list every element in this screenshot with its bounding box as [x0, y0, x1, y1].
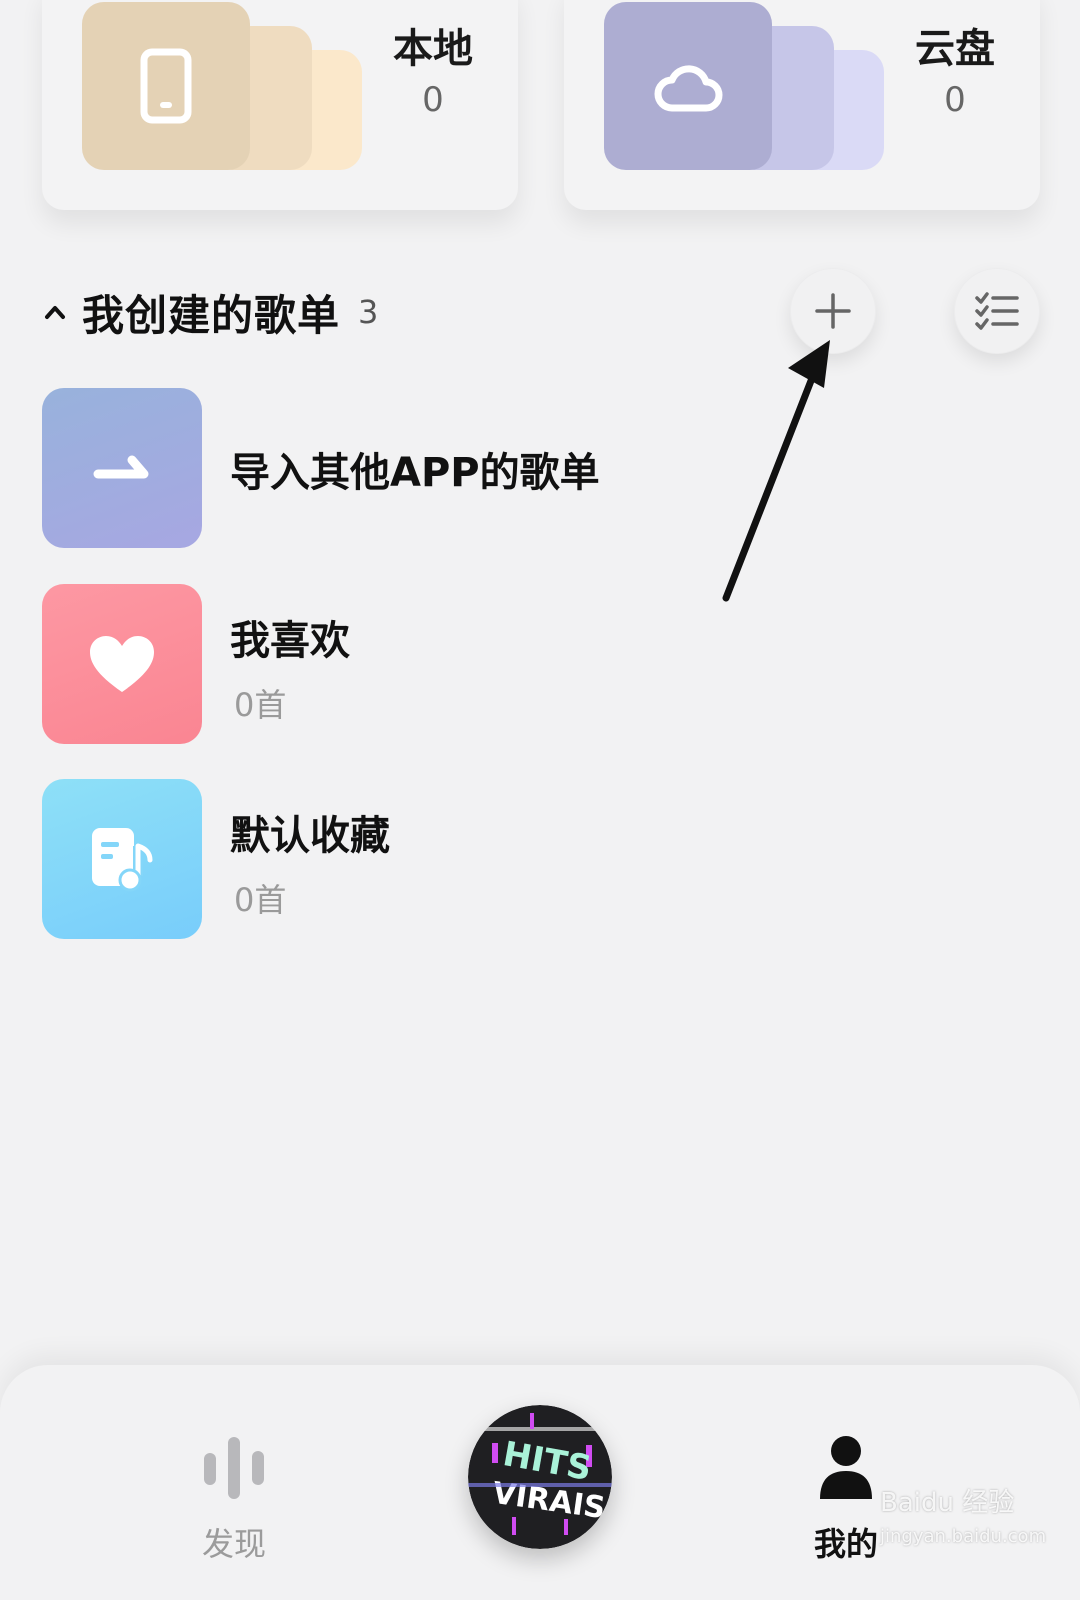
chevron-up-icon[interactable] — [42, 299, 68, 325]
playlist-title: 默认收藏 — [230, 813, 390, 859]
user-icon — [820, 1436, 872, 1499]
annotation-arrow-icon — [722, 340, 830, 602]
default-thumb — [42, 779, 202, 939]
phone-icon — [140, 48, 192, 124]
playlist-title: 导入其他APP的歌单 — [230, 450, 600, 496]
my-playlists-header[interactable]: 我创建的歌单 3 — [42, 282, 378, 342]
local-storage-card[interactable]: 本地 0 — [42, 0, 518, 210]
local-count: 0 — [422, 80, 444, 120]
watermark: Baidu 经验 jingyan.baidu.com — [880, 1482, 1046, 1549]
cloud-storage-card[interactable]: 云盘 0 — [564, 0, 1040, 210]
cloud-title: 云盘 — [915, 26, 995, 72]
plus-icon — [815, 293, 851, 329]
liked-thumb — [42, 584, 202, 744]
music-note-doc-icon — [92, 828, 153, 892]
nav-discover[interactable]: 发现 — [174, 1435, 294, 1565]
cloud-count: 0 — [944, 80, 966, 120]
playlist-row-default[interactable]: 默认收藏 0首 — [42, 779, 1022, 939]
playlist-title: 我喜欢 — [230, 618, 350, 664]
section-title: 我创建的歌单 — [82, 290, 341, 340]
now-playing-disc[interactable]: HITS VIRAIS — [468, 1405, 612, 1549]
heart-icon — [90, 636, 154, 692]
watermark-text: Baidu 经验 — [880, 1488, 1015, 1518]
import-thumb — [42, 388, 202, 548]
checklist-icon — [975, 292, 1019, 330]
cloud-tile-front — [604, 2, 772, 170]
playlist-song-count: 0首 — [234, 881, 287, 919]
playlist-row-import[interactable]: 导入其他APP的歌单 — [42, 388, 1022, 548]
playlist-row-liked[interactable]: 我喜欢 0首 — [42, 584, 1022, 744]
import-arrow-icon — [93, 455, 149, 479]
watermark-subtext: jingyan.baidu.com — [880, 1526, 1047, 1547]
cloud-icon — [654, 65, 723, 112]
section-count: 3 — [358, 293, 379, 331]
local-tile-front — [82, 2, 250, 170]
manage-playlist-button[interactable] — [954, 268, 1040, 354]
equalizer-icon — [204, 1437, 264, 1499]
playlist-song-count: 0首 — [234, 686, 287, 724]
local-title: 本地 — [393, 26, 473, 72]
album-art: HITS VIRAIS — [468, 1405, 612, 1549]
app-page: 本地 0 云盘 0 我创建的歌单 3 导入其他APP的歌单 我喜欢 0首 默认收… — [0, 0, 1080, 1600]
nav-discover-label: 发现 — [201, 1525, 266, 1563]
